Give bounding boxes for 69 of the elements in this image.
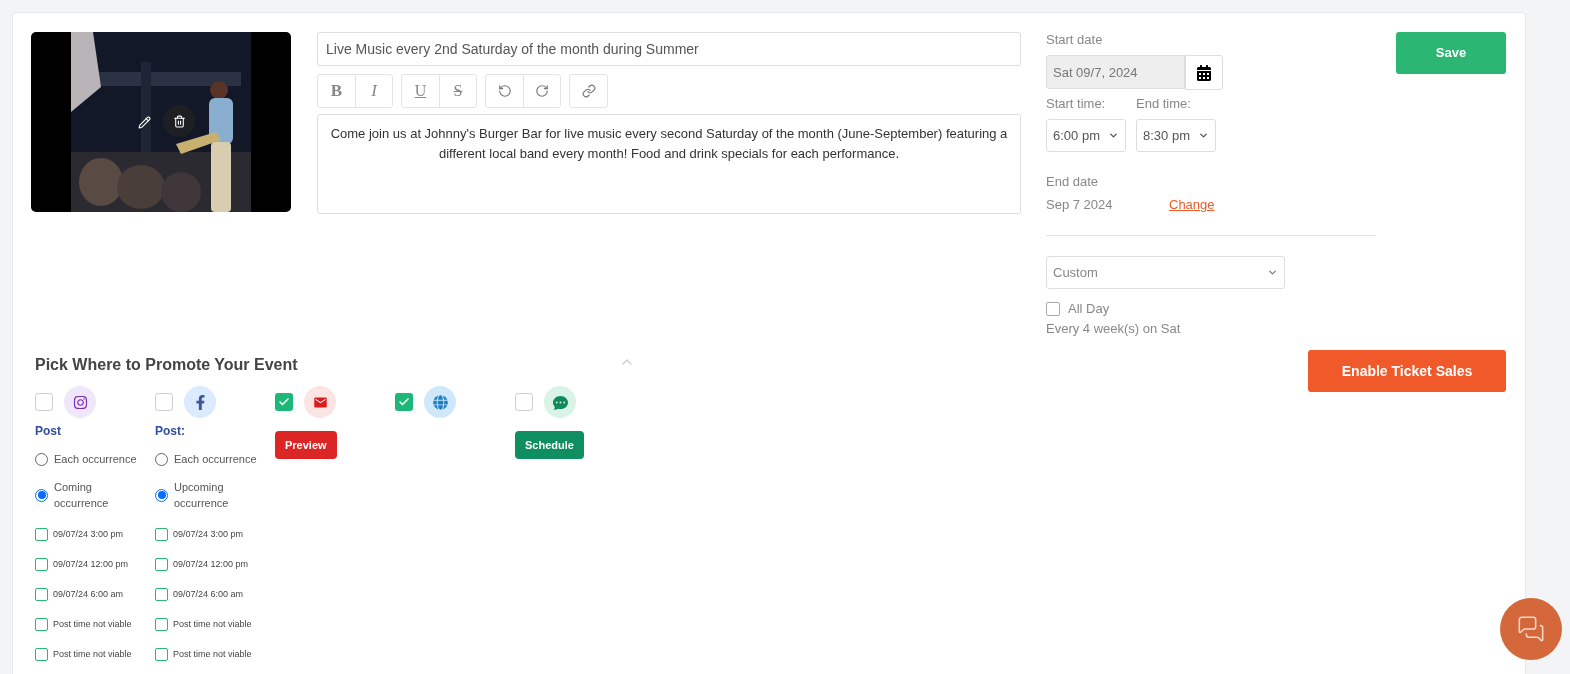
start-time-label: Start time: [1046,96,1107,112]
repeat-select[interactable]: Custom [1046,256,1285,289]
chat-icon [1517,615,1545,643]
facebook-icon [184,386,216,418]
calendar-button[interactable] [1185,55,1223,90]
post-time-option[interactable]: 09/07/24 3:00 pm [35,526,155,542]
check-icon [278,396,290,408]
post-time-option[interactable]: Post time not viable [155,646,275,662]
checkbox[interactable] [35,393,53,411]
checkbox[interactable] [515,393,533,411]
radio-option[interactable]: Each occurrence [35,451,155,467]
globe-icon [424,386,456,418]
bold-button[interactable]: B [318,75,355,107]
description-field[interactable]: Come join us at Johnny's Burger Bar for live music every second Saturday of the month (June-September) featuring a different local band every month! Food and drink specials for each performance. [317,114,1021,214]
checkbox[interactable] [35,587,48,601]
checkbox[interactable] [35,527,48,541]
title-field[interactable]: Live Music every 2nd Saturday of the month during Summer [317,32,1021,66]
radio-option[interactable]: Coming occurrence [35,479,155,511]
underline-button[interactable]: U [402,75,439,107]
post-label: Post: [155,424,186,438]
chevron-down-icon [1198,130,1209,141]
post-time-option[interactable]: 09/07/24 6:00 am [155,586,275,602]
strikethrough-button[interactable]: S [439,75,476,107]
recurrence-summary: Every 4 week(s) on Sat [1046,321,1182,337]
start-time-select[interactable]: 6:00 pm [1046,119,1126,152]
post-time-option[interactable]: 09/07/24 12:00 pm [35,556,155,572]
checkbox[interactable] [155,587,168,601]
instagram-icon [64,386,96,418]
checkbox[interactable] [275,393,293,411]
envelope-icon [304,386,336,418]
post-time-option[interactable]: Post time not viable [155,616,275,632]
checkbox[interactable] [1046,302,1060,316]
all-day-label: All Day [1068,301,1110,317]
section-heading: Pick Where to Promote Your Event [35,356,298,374]
start-date-field[interactable]: Sat 09/7, 2024 [1046,55,1185,89]
post-time-option[interactable]: 09/07/24 6:00 am [35,586,155,602]
link-icon [581,84,596,98]
preview-button[interactable]: Preview [275,431,337,459]
checkbox[interactable] [35,557,48,571]
chevron-down-icon [1267,267,1278,278]
post-time-option[interactable]: 09/07/24 3:00 pm [155,526,275,542]
end-date-label: End date [1046,174,1100,190]
checkbox[interactable] [35,647,48,661]
checkbox[interactable] [155,557,168,571]
checkbox[interactable] [155,647,168,661]
end-time-label: End time: [1136,96,1192,112]
checkbox[interactable] [155,393,173,411]
post-time-option[interactable]: Post time not viable [35,646,155,662]
redo-icon [535,84,549,98]
end-time-select[interactable]: 8:30 pm [1136,119,1216,152]
chevron-down-icon [1108,130,1119,141]
check-icon [398,396,410,408]
post-label: Post [35,424,62,438]
edit-icon[interactable] [135,113,153,131]
italic-button[interactable]: I [355,75,392,107]
checkbox[interactable] [395,393,413,411]
checkbox[interactable] [155,617,168,631]
calendar-icon [1196,64,1212,81]
radio-option[interactable]: Upcoming occurrence [155,479,275,511]
end-date-value: Sep 7 2024 [1046,197,1114,213]
chat-icon [544,386,576,418]
post-time-option[interactable]: 09/07/24 12:00 pm [155,556,275,572]
undo-icon [497,84,512,98]
checkbox[interactable] [35,617,48,631]
radio-option[interactable]: Each occurrence [155,451,275,467]
schedule-button[interactable]: Schedule [515,431,584,459]
start-date-label: Start date [1046,32,1104,48]
post-time-option[interactable]: Post time not viable [35,616,155,632]
checkbox[interactable] [155,527,168,541]
